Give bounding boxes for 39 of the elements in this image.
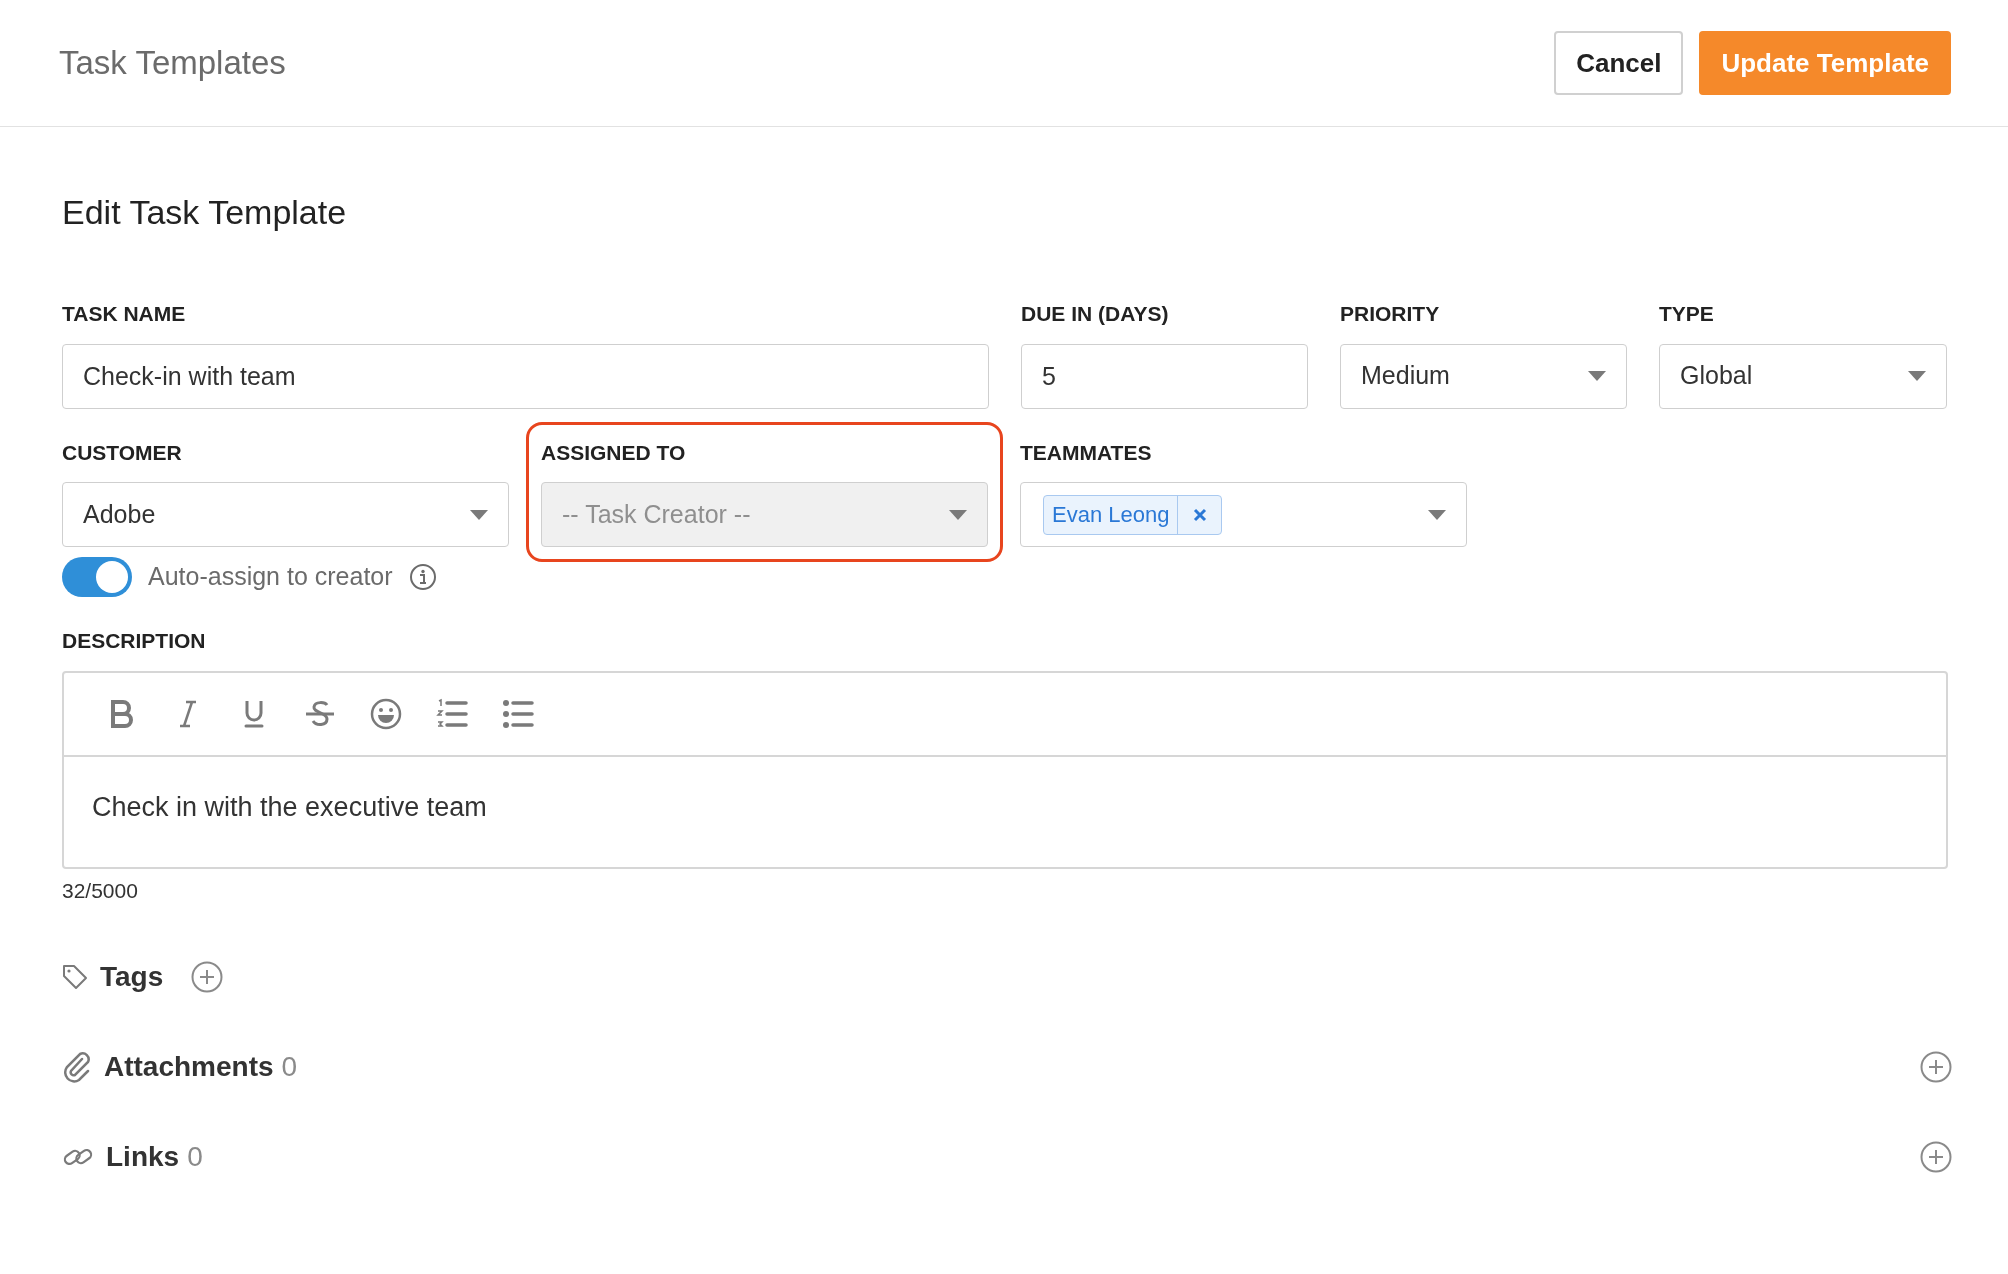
form-title: Edit Task Template xyxy=(62,192,348,233)
field-label: DUE IN (DAYS) xyxy=(1021,301,1170,327)
section-title: Attachments xyxy=(104,1050,274,1084)
cancel-button[interactable]: Cancel xyxy=(1554,31,1684,95)
tag-icon xyxy=(62,964,88,990)
section-title: Links xyxy=(106,1140,180,1174)
section-title: Tags xyxy=(100,960,164,994)
field-label: TEAMMATES xyxy=(1020,439,1153,466)
text-field[interactable]: 5 xyxy=(1021,343,1308,409)
dropdown-field[interactable]: Global xyxy=(1659,343,1947,409)
add-icon[interactable] xyxy=(191,961,224,993)
text-field[interactable]: Check-in with team xyxy=(62,343,989,409)
field-label: DESCRIPTION xyxy=(62,628,207,654)
dropdown-caret-icon xyxy=(1908,371,1926,381)
paperclip-icon xyxy=(62,1051,92,1083)
description-text: Check in with the executive team xyxy=(92,791,487,822)
toggle-label: Auto-assign to creator xyxy=(148,561,393,593)
field-label: CUSTOMER xyxy=(62,439,183,466)
dropdown-field[interactable]: Adobe xyxy=(62,482,509,547)
character-counter: 32/5000 xyxy=(62,877,139,904)
add-icon[interactable] xyxy=(1920,1141,1952,1173)
page-title: Task Templates xyxy=(59,43,286,84)
dropdown-caret-icon xyxy=(949,509,967,520)
section-count: 0 xyxy=(281,1050,298,1084)
dropdown-caret-icon xyxy=(470,509,488,520)
field-label: ASSIGNED TO xyxy=(541,439,687,466)
dropdown-caret-icon xyxy=(1428,509,1446,520)
section-count: 0 xyxy=(187,1140,203,1174)
field-label: PRIORITY xyxy=(1340,301,1441,327)
dropdown-caret-icon xyxy=(1588,371,1606,381)
add-icon[interactable] xyxy=(1920,1051,1952,1083)
teammates-field[interactable]: Evan Leong xyxy=(1020,482,1467,547)
chip-label: Evan Leong xyxy=(1051,501,1171,529)
dropdown-field[interactable]: Medium xyxy=(1340,343,1627,409)
info-icon xyxy=(408,563,437,591)
description-editor[interactable]: Check in with the executive team xyxy=(62,670,1948,869)
toggle-switch[interactable] xyxy=(62,557,132,597)
field-label: TASK NAME xyxy=(62,301,187,327)
field-label: TYPE xyxy=(1659,301,1715,327)
